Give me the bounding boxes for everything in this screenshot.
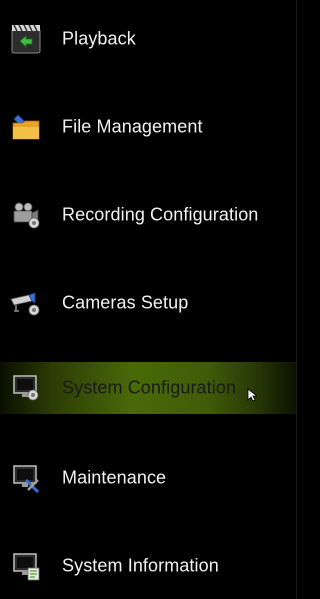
maintenance-icon	[10, 462, 42, 494]
system-info-icon	[10, 550, 42, 582]
menu-item-label: File Management	[62, 116, 203, 137]
menu-item-label: Recording Configuration	[62, 204, 259, 225]
menu-item-system-information[interactable]: System Information	[0, 540, 296, 592]
side-menu-panel: Playback File Management Recording Confi…	[0, 0, 297, 599]
system-config-icon	[10, 372, 42, 404]
menu-item-label: System Configuration	[62, 377, 237, 398]
menu-item-cameras-setup[interactable]: Cameras Setup	[0, 277, 296, 329]
menu-item-label: Playback	[62, 28, 136, 49]
camera-setup-icon	[10, 287, 42, 319]
folder-icon	[10, 111, 42, 143]
menu-item-file-management[interactable]: File Management	[0, 101, 296, 153]
video-camera-icon	[10, 199, 42, 231]
playback-icon	[10, 23, 42, 55]
menu-item-label: Maintenance	[62, 467, 167, 488]
menu-item-label: System Information	[62, 555, 219, 576]
menu-item-maintenance[interactable]: Maintenance	[0, 452, 296, 504]
mouse-cursor-icon	[247, 388, 257, 402]
menu-item-recording-configuration[interactable]: Recording Configuration	[0, 189, 296, 241]
menu-item-playback[interactable]: Playback	[0, 13, 296, 65]
menu-item-label: Cameras Setup	[62, 292, 189, 313]
